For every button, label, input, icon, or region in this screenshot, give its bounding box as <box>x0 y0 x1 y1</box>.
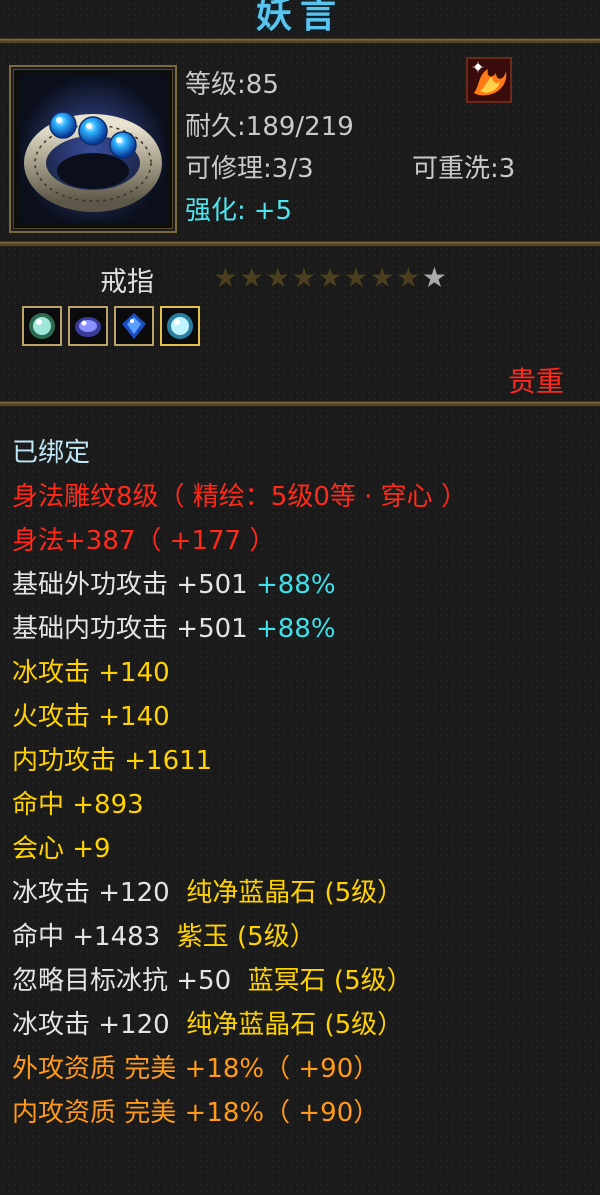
item-type: 戒指 <box>100 267 154 298</box>
title-bar: 妖言 <box>0 0 600 38</box>
gem-attr-2: 命中 +1483 紫玉 (5级） <box>12 920 316 954</box>
inner-power-attack-attr: 内功攻击 +1611 <box>12 746 213 776</box>
inner-attack-attr: 基础内功攻击 +501 +88% <box>12 612 336 646</box>
star-icon: ★ <box>421 261 447 294</box>
enhance-value: +5 <box>253 196 293 226</box>
inner-attack-pct: +88% <box>255 614 336 644</box>
gem-slot-2[interactable] <box>68 306 108 346</box>
item-type-section: 戒指 ★ ★ ★ ★ ★ ★ ★ ★ ★ 贵重 <box>0 248 600 398</box>
bound-status: 已绑定 <box>12 438 91 468</box>
top-divider <box>0 38 600 44</box>
gem-attr-3: 忽略目标冰抗 +50 蓝冥石 (5级） <box>12 964 413 998</box>
rewash-value: :3 <box>490 154 516 184</box>
item-tooltip: 妖言 等级:85 耐久:189/219 可修理:3/3 可重洗:3 强化: +5… <box>0 0 600 1195</box>
durability-value: :189/219 <box>237 112 354 142</box>
outer-quality-attr: 外攻资质 完美 +18%（ +90） <box>12 1054 380 1084</box>
fire-attack-attr: 火攻击 +140 <box>12 702 170 732</box>
mid-divider <box>0 401 600 407</box>
star-icon: ★ <box>369 261 395 294</box>
enhance-stat: 强化: +5 <box>185 190 292 227</box>
cyan-gem-icon <box>167 313 193 339</box>
header-divider <box>0 241 600 247</box>
purple-gem-icon <box>75 317 101 337</box>
inner-attack-label: 基础内功攻击 <box>12 614 169 644</box>
green-gem-icon <box>29 313 55 339</box>
gem-attr-1-stat: 冰攻击 +120 <box>12 878 170 908</box>
gem-slot-1[interactable] <box>22 306 62 346</box>
gem-attr-1: 冰攻击 +120 纯净蓝晶石 (5级） <box>12 876 403 910</box>
inner-attack-value: +501 <box>168 614 248 644</box>
rarity-label: 贵重 <box>507 365 564 398</box>
outer-attack-pct: +88% <box>255 570 336 600</box>
crit-attr: 会心 +9 <box>12 834 111 864</box>
repair-stat: 可修理:3/3 <box>185 148 314 185</box>
star-icon: ★ <box>291 261 317 294</box>
level-value: :85 <box>237 70 279 100</box>
star-icon: ★ <box>343 261 369 294</box>
level-label: 等级 <box>185 70 238 100</box>
durability-stat: 耐久:189/219 <box>185 106 354 143</box>
outer-attack-attr: 基础外功攻击 +501 +88% <box>12 568 336 602</box>
hit-attr: 命中 +893 <box>12 790 144 820</box>
outer-attack-label: 基础外功攻击 <box>12 570 169 600</box>
ice-attack-attr: 冰攻击 +140 <box>12 658 170 688</box>
gem-slot-3[interactable] <box>114 306 154 346</box>
inner-quality-attr: 内攻资质 完美 +18%（ +90） <box>12 1098 380 1128</box>
socketed-gems <box>22 306 200 346</box>
blue-gem-icon <box>122 313 146 339</box>
star-icon: ★ <box>265 261 291 294</box>
durability-label: 耐久 <box>185 112 238 142</box>
gem-attr-2-stat: 命中 +1483 <box>12 922 161 952</box>
repair-value: :3/3 <box>263 154 314 184</box>
gem-attr-4-stat: 冰攻击 +120 <box>12 1010 170 1040</box>
gem-attr-4: 冰攻击 +120 纯净蓝晶石 (5级） <box>12 1008 403 1042</box>
star-icon: ★ <box>395 261 421 294</box>
ring-with-blue-gems-icon <box>19 75 167 223</box>
item-icon-frame[interactable] <box>9 65 177 233</box>
gem-slot-4[interactable] <box>160 306 200 346</box>
agility-attr: 身法+387（ +177 ） <box>12 526 276 556</box>
gem-attr-2-name: 紫玉 (5级） <box>176 922 316 952</box>
gem-attr-3-name: 蓝冥石 (5级） <box>247 966 413 996</box>
star-icon: ★ <box>213 261 239 294</box>
gem-attr-3-stat: 忽略目标冰抗 +50 <box>12 966 232 996</box>
rewash-label: 可重洗 <box>412 154 491 184</box>
star-icon: ★ <box>239 261 265 294</box>
carving-attr: 身法雕纹8级（ 精绘：5级0等 · 穿心 ） <box>12 482 467 512</box>
gem-attr-1-name: 纯净蓝晶石 (5级） <box>186 878 404 908</box>
item-title: 妖言 <box>255 0 344 36</box>
star-rating: ★ ★ ★ ★ ★ ★ ★ ★ ★ <box>213 264 447 292</box>
gem-attr-4-name: 纯净蓝晶石 (5级） <box>186 1010 404 1040</box>
outer-attack-value: +501 <box>168 570 248 600</box>
enhance-label: 强化: <box>185 196 246 226</box>
phoenix-emblem-icon <box>466 57 512 103</box>
item-header: 等级:85 耐久:189/219 可修理:3/3 可重洗:3 强化: +5 <box>0 46 600 242</box>
repair-label: 可修理 <box>185 154 264 184</box>
star-icon: ★ <box>317 261 343 294</box>
level-stat: 等级:85 <box>185 64 279 101</box>
rewash-stat: 可重洗:3 <box>412 148 515 185</box>
